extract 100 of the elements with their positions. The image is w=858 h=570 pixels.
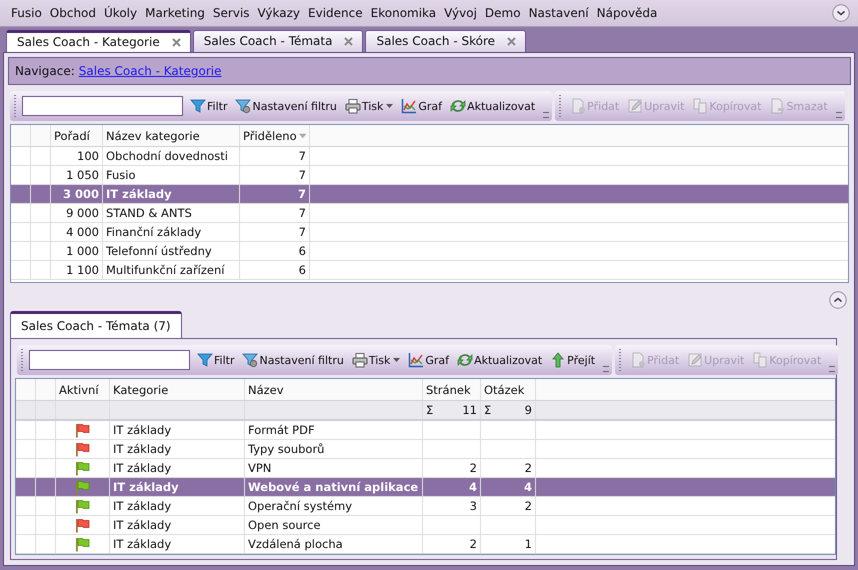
table-cell: 4 000 — [51, 223, 103, 241]
toolbar-button[interactable]: Tisk — [342, 98, 396, 114]
table-cell: IT základy — [110, 440, 245, 458]
print-icon — [352, 352, 368, 368]
table-cell: 4 — [468, 480, 477, 494]
table-cell: Operační systémy — [245, 497, 423, 515]
table-row[interactable]: IT základy Webové a nativní aplikace 4 4 — [16, 478, 835, 497]
menu-item[interactable]: Evidence — [305, 6, 368, 20]
chevron-up-icon[interactable] — [829, 291, 847, 309]
menu-item[interactable]: Servis — [210, 6, 255, 20]
table-row[interactable]: 1 000 Telefonní ústředny 6 — [11, 242, 848, 261]
refresh-icon — [457, 352, 474, 368]
table-row[interactable]: IT základy Open source — [16, 516, 835, 535]
menu-item[interactable]: Marketing — [142, 6, 210, 20]
toolbar-button[interactable]: Aktualizovat — [454, 352, 546, 368]
menu-item[interactable]: Obchod — [46, 6, 102, 20]
tab[interactable]: Sales Coach - Témata (7) — [10, 311, 182, 338]
chart-icon — [401, 98, 418, 114]
table-cell: 100 — [51, 147, 103, 165]
total-value: 9 — [524, 403, 532, 417]
column-header[interactable]: Název kategorie — [103, 125, 240, 146]
breadcrumb-link[interactable]: Sales Coach - Kategorie — [78, 64, 222, 78]
table-row[interactable]: 100 Obchodní dovednosti 7 — [11, 147, 848, 166]
table-cell: 1 100 — [51, 261, 103, 279]
table-cell: IT základy — [110, 497, 245, 515]
close-icon[interactable] — [172, 38, 181, 47]
table-cell: 2 — [524, 499, 532, 513]
table-row[interactable]: 9 000 STAND & ANTS 7 — [11, 204, 848, 223]
table-cell: 6 — [240, 242, 310, 260]
column-header[interactable]: Přiděleno — [240, 125, 310, 146]
toolbar-button[interactable]: Nastavení filtru — [239, 352, 347, 368]
table-cell: IT základy — [110, 421, 245, 439]
table-cell: Telefonní ústředny — [103, 242, 240, 260]
filter-icon — [190, 98, 206, 114]
column-header[interactable]: Název — [245, 379, 423, 400]
table-cell: Fusio — [103, 166, 240, 184]
column-header[interactable]: Kategorie — [110, 379, 245, 400]
menu-item[interactable]: Ekonomika — [368, 6, 442, 20]
table-cell: Multifunkční zařízení — [103, 261, 240, 279]
chart-icon — [408, 352, 424, 368]
tab[interactable]: Sales Coach - Témata — [192, 30, 364, 52]
copy-icon — [692, 98, 708, 114]
add-icon — [570, 98, 586, 114]
toolbar-button[interactable]: Aktualizovat — [447, 98, 538, 114]
table-cell: 1 000 — [51, 242, 103, 260]
table-cell: Webové a nativní aplikace — [245, 478, 423, 496]
edit-icon — [627, 98, 644, 114]
navigation-label: Navigace: — [15, 64, 75, 78]
toolbar-button[interactable]: Nastavení filtru — [232, 98, 340, 114]
table-row[interactable]: IT základy Typy souborů — [16, 440, 835, 459]
search-field[interactable] — [22, 96, 183, 116]
table-cell: 9 000 — [51, 204, 103, 222]
column-header[interactable]: Stránek — [423, 379, 481, 400]
filter-settings-icon — [242, 352, 258, 368]
filter-icon — [197, 352, 213, 368]
tab[interactable]: Sales Coach - Skóre — [365, 30, 526, 52]
table-cell: 3 000 — [51, 185, 103, 203]
menu-item[interactable]: Vývoj — [441, 6, 482, 20]
table-row[interactable]: IT základy Formát PDF — [16, 421, 835, 440]
table-cell: STAND & ANTS — [103, 204, 240, 222]
menu-item[interactable]: Demo — [482, 6, 526, 20]
close-icon[interactable] — [507, 36, 516, 46]
toolbar-button[interactable]: Filtr — [194, 352, 238, 368]
table-cell: 2 — [524, 461, 532, 475]
toolbar-button[interactable]: Tisk — [348, 352, 404, 368]
toolbar-button[interactable]: Přejít — [547, 352, 598, 368]
menu-item[interactable]: Fusio — [8, 6, 47, 20]
menu-item[interactable]: Úkoly — [101, 6, 142, 20]
table-row[interactable]: 3 000 IT základy 7 — [11, 185, 848, 204]
table-cell: 2 — [470, 461, 477, 475]
table-cell: 2 — [470, 537, 477, 551]
table-row[interactable]: 4 000 Finanční základy 7 — [11, 223, 848, 242]
menu-item[interactable]: Výkazy — [254, 6, 306, 20]
edit-icon — [687, 352, 704, 368]
total-value: 11 — [462, 403, 477, 417]
column-header[interactable]: Pořadí — [51, 125, 103, 146]
table-cell: 1 — [524, 537, 532, 551]
tab[interactable]: Sales Coach - Kategorie — [6, 30, 191, 52]
table-cell: Open source — [245, 516, 423, 534]
menu-item[interactable]: Nápověda — [594, 6, 662, 20]
table-cell: Formát PDF — [245, 421, 423, 439]
chevron-down-icon[interactable] — [832, 4, 850, 22]
menu-item[interactable]: Nastavení — [526, 6, 594, 20]
table-cell: IT základy — [110, 478, 245, 496]
sum-sign: Σ — [484, 403, 492, 417]
toolbar-button[interactable]: Graf — [398, 98, 446, 114]
column-header[interactable]: Aktivní — [56, 379, 110, 400]
table-row[interactable]: IT základy Operační systémy 3 2 — [16, 497, 835, 516]
table-cell: 7 — [240, 147, 310, 165]
column-header[interactable]: Otázek — [481, 379, 536, 400]
filter-settings-icon — [235, 98, 252, 114]
close-icon[interactable] — [344, 36, 354, 46]
table-cell: 1 050 — [51, 166, 103, 184]
table-cell: 7 — [240, 166, 310, 184]
toolbar-button[interactable]: Graf — [405, 352, 452, 368]
toolbar-button[interactable]: Filtr — [187, 98, 230, 114]
table-row[interactable]: 1 100 Multifunkční zařízení 6 — [11, 261, 848, 280]
search-field[interactable] — [29, 350, 190, 370]
table-row[interactable]: IT základy Vzdálená plocha 2 1 — [16, 535, 835, 554]
copy-icon — [752, 352, 768, 368]
